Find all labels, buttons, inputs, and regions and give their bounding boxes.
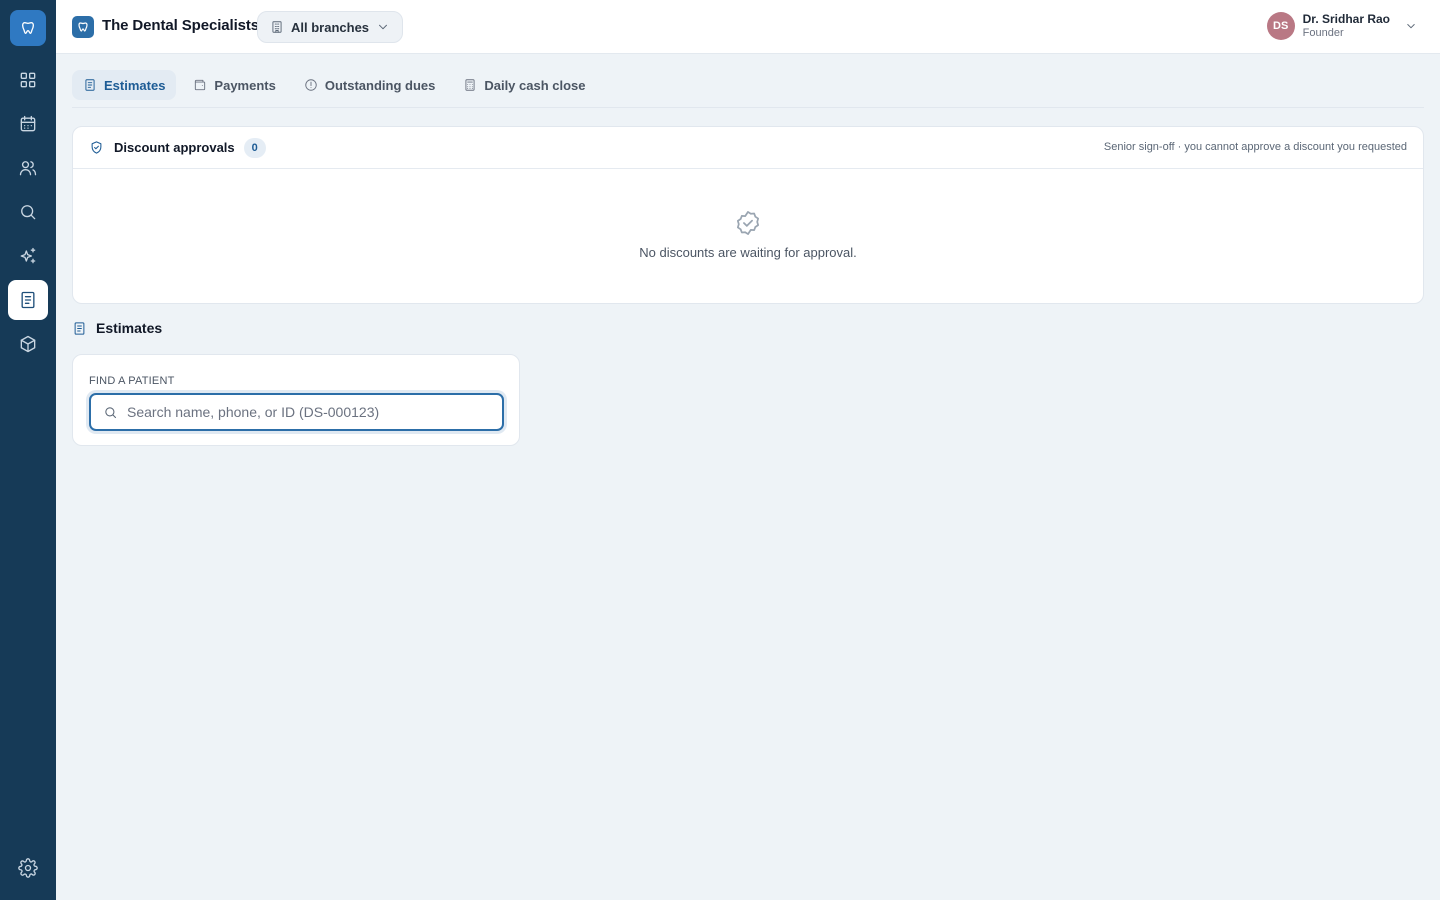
tab-daily-cash-close[interactable]: Daily cash close [452, 70, 596, 100]
document-icon [85, 79, 95, 91]
tab-label: Outstanding dues [324, 77, 436, 93]
badge-check-icon [736, 211, 760, 235]
calendar-icon [20, 115, 36, 132]
user-menu[interactable]: DS Dr. Sridhar Rao Founder [1266, 12, 1418, 40]
sidebar [0, 0, 56, 900]
chevron-down-icon [379, 24, 387, 30]
empty-state: No discounts are waiting for approval. [73, 209, 1423, 260]
billing-icon [21, 291, 35, 309]
sparkles-icon [20, 247, 36, 264]
estimates-section-title: Estimates [72, 320, 162, 336]
tab-label: Payments [214, 77, 276, 93]
discount-approvals-card: Discount approvals 0 Senior sign-off · y… [72, 126, 1424, 304]
patient-search-box [89, 393, 504, 431]
gear-icon [18, 858, 38, 878]
sidebar-item-ai[interactable] [8, 236, 48, 276]
search-icon [21, 205, 36, 220]
alert-circle-icon [305, 79, 317, 91]
top-header: The Dental Specialists All branches DS D… [56, 0, 1440, 54]
section-title-text: Estimates [96, 320, 163, 336]
dashboard-icon [20, 72, 36, 88]
sidebar-item-billing[interactable] [8, 280, 48, 320]
tab-estimates[interactable]: Estimates [72, 70, 177, 100]
tab-label: Estimates [104, 77, 166, 93]
discount-approvals-title: Discount approvals [114, 140, 235, 155]
user-role: Founder [1302, 27, 1344, 39]
tab-outstanding-dues[interactable]: Outstanding dues [293, 70, 447, 100]
patient-search-input[interactable] [127, 404, 502, 420]
branch-selector[interactable]: All branches [257, 11, 404, 43]
find-patient-card: Find a patient [72, 354, 520, 446]
users-icon [19, 161, 37, 176]
tab-payments[interactable]: Payments [182, 70, 286, 100]
sign-off-note: Senior sign-off · you cannot approve a d… [1103, 141, 1407, 153]
app-logo-icon[interactable] [10, 10, 46, 46]
document-icon [74, 321, 85, 335]
tab-label: Daily cash close [484, 77, 586, 93]
calculator-icon [465, 79, 475, 91]
chevron-down-icon [1407, 23, 1415, 29]
discount-approvals-header: Discount approvals 0 Senior sign-off · y… [73, 127, 1423, 169]
billing-tabs: Estimates Payments Outstanding dues Dail… [72, 70, 1424, 108]
sidebar-item-dashboard[interactable] [8, 60, 48, 100]
shield-check-icon [91, 141, 102, 154]
empty-state-text: No discounts are waiting for approval. [639, 245, 857, 260]
building-icon [272, 21, 282, 33]
search-icon [105, 406, 117, 418]
count-badge: 0 [243, 137, 266, 158]
avatar: DS [1266, 12, 1295, 40]
sidebar-item-search[interactable] [8, 192, 48, 232]
box-icon [20, 335, 36, 353]
sidebar-item-settings[interactable] [8, 848, 48, 888]
sidebar-item-calendar[interactable] [8, 104, 48, 144]
sidebar-item-patients[interactable] [8, 148, 48, 188]
user-name: Dr. Sridhar Rao [1302, 12, 1390, 26]
brand-logo-icon [72, 16, 94, 38]
wallet-icon [195, 79, 206, 91]
branch-selector-label: All branches [291, 19, 370, 35]
find-patient-label: Find a patient [89, 375, 175, 387]
sidebar-item-inventory[interactable] [8, 324, 48, 364]
brand-name: The Dental Specialists [102, 17, 260, 34]
